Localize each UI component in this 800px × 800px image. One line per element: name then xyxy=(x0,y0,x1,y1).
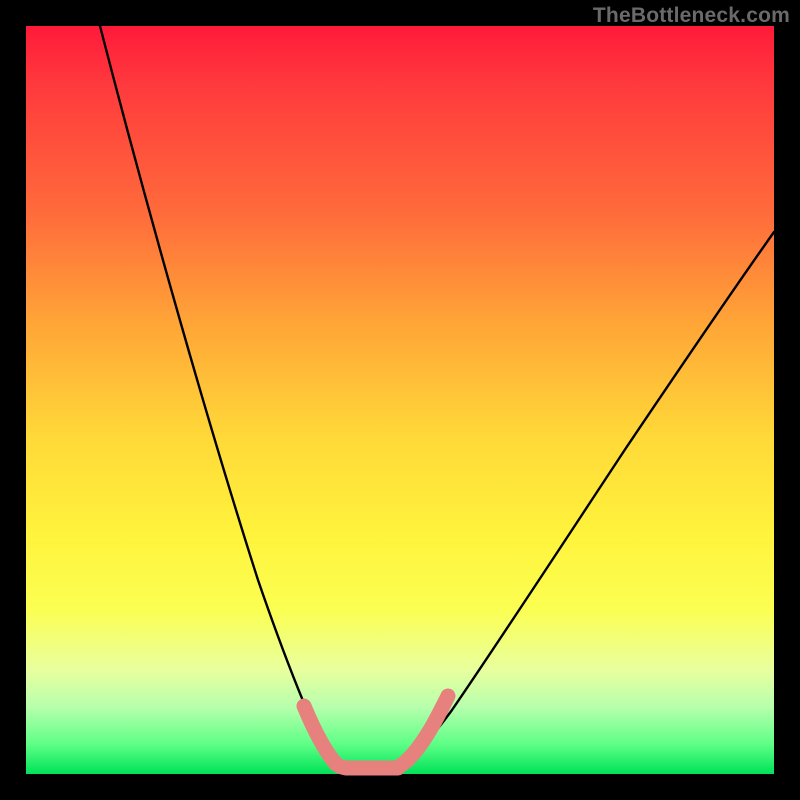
left-curve xyxy=(100,26,342,766)
outer-frame: TheBottleneck.com xyxy=(0,0,800,800)
right-curve xyxy=(398,232,774,766)
highlight-left xyxy=(304,706,348,768)
curve-layer xyxy=(0,0,800,800)
highlight-right xyxy=(396,696,448,768)
